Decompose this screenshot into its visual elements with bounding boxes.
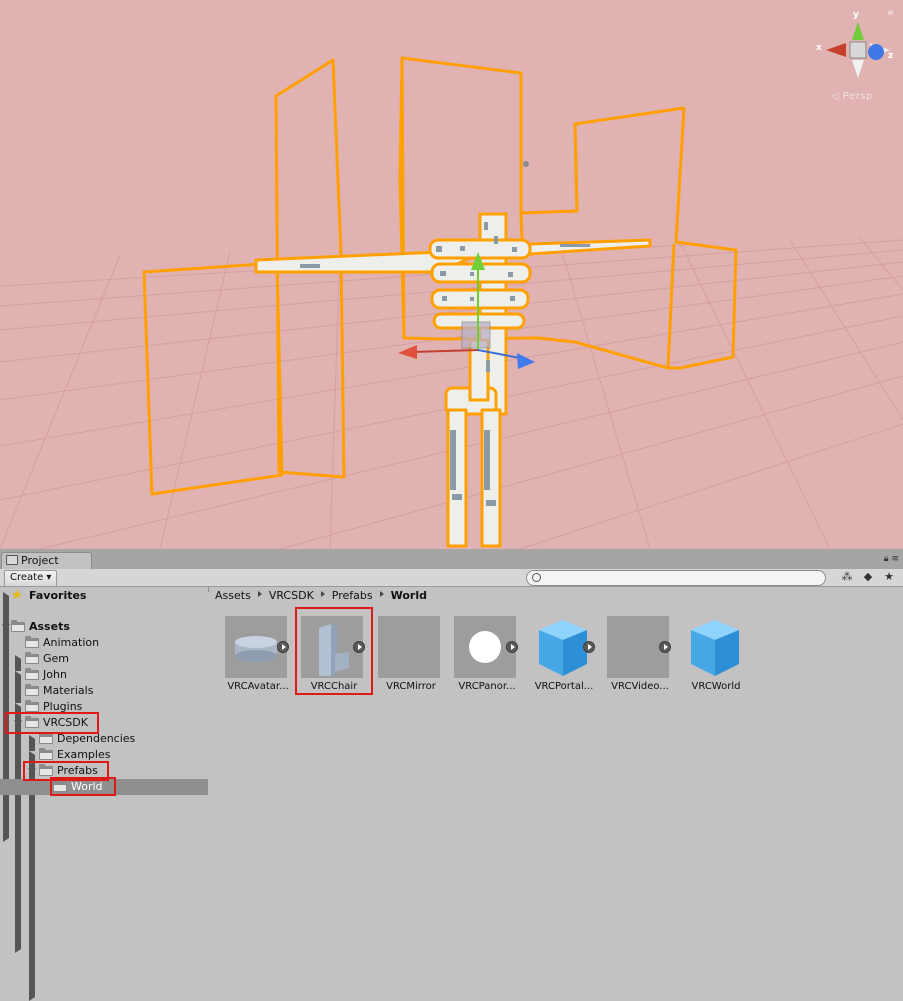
project-titlebar: Project 🔒︎ ≡ bbox=[0, 549, 903, 570]
vrcchair-highlight bbox=[295, 607, 373, 695]
asset-label: VRCPortal... bbox=[534, 681, 594, 692]
asset-label: VRCAvatar... bbox=[227, 681, 289, 692]
breadcrumb-separator-icon bbox=[257, 591, 262, 597]
asset-label: VRCVideo... bbox=[611, 681, 669, 692]
asset-vrcmirror[interactable]: VRCMirror bbox=[372, 616, 450, 706]
asset-vrcavatar[interactable]: VRCAvatar... bbox=[219, 616, 297, 706]
expand-prefab-icon[interactable] bbox=[506, 641, 518, 653]
breadcrumb-vrcsdk[interactable]: VRCSDK bbox=[269, 587, 314, 605]
folder-icon bbox=[25, 684, 39, 696]
asset-vrcpanorama[interactable]: VRCPanor... bbox=[448, 616, 526, 706]
light-probe-icon bbox=[523, 161, 529, 167]
gizmo-x-label: x bbox=[816, 43, 822, 53]
breadcrumb-separator-icon bbox=[379, 591, 384, 597]
filter-by-type-icon[interactable]: ⁂ bbox=[840, 571, 854, 584]
tree-label: Animation bbox=[43, 636, 100, 649]
asset-label: VRCMirror bbox=[386, 681, 436, 692]
folder-icon bbox=[25, 700, 39, 712]
expand-prefab-icon[interactable] bbox=[277, 641, 289, 653]
tree-item-favorites[interactable]: ★ Favorites bbox=[0, 588, 703, 842]
folder-icon bbox=[25, 668, 39, 680]
gizmo-y-label: y bbox=[853, 10, 859, 20]
orientation-gizmo[interactable] bbox=[826, 22, 890, 78]
tree-label: Assets bbox=[29, 620, 70, 633]
tree-item-john[interactable]: John bbox=[0, 667, 715, 921]
tree-label: Favorites bbox=[29, 589, 87, 602]
favorite-star-icon[interactable]: ★ bbox=[882, 571, 896, 584]
breadcrumb-prefabs[interactable]: Prefabs bbox=[332, 587, 373, 605]
tree-label: Gem bbox=[43, 652, 70, 665]
folder-icon bbox=[25, 652, 39, 664]
folder-icon bbox=[25, 636, 39, 648]
folder-icon bbox=[39, 732, 53, 744]
window-options[interactable]: 🔒︎ ≡ bbox=[884, 554, 899, 564]
gizmo-z-label: z bbox=[888, 51, 894, 61]
search-icon bbox=[532, 573, 541, 582]
tab-project[interactable]: Project bbox=[1, 552, 92, 569]
mirror-prefab-icon bbox=[378, 616, 440, 678]
menu-icon[interactable]: ≡ bbox=[887, 8, 895, 17]
expand-prefab-icon[interactable] bbox=[583, 641, 595, 653]
tree-item-gem[interactable]: Gem bbox=[0, 651, 715, 905]
tree-item-assets[interactable]: Assets bbox=[0, 619, 208, 635]
tree-label: John bbox=[43, 668, 67, 681]
expand-prefab-icon[interactable] bbox=[659, 641, 671, 653]
project-tab-icon bbox=[6, 555, 18, 565]
scene-canvas[interactable] bbox=[0, 0, 903, 549]
breadcrumb-world[interactable]: World bbox=[391, 587, 427, 605]
project-window: Project 🔒︎ ≡ Create ▾ ⁂ ◆ ★ ★ Favorites … bbox=[0, 549, 903, 1001]
breadcrumb-assets[interactable]: Assets bbox=[215, 587, 251, 605]
lock-icon[interactable]: 🔒︎ bbox=[884, 554, 889, 564]
folder-icon bbox=[11, 620, 25, 632]
folder-icon bbox=[39, 748, 53, 760]
panel-menu-icon[interactable]: ≡ bbox=[891, 554, 899, 564]
star-icon: ★ bbox=[11, 588, 23, 603]
folder-tree: ★ Favorites Assets Animation Gem John Ma… bbox=[0, 587, 729, 1001]
asset-label: VRCWorld bbox=[691, 681, 741, 692]
vrcsdk-highlight bbox=[5, 712, 99, 734]
create-button[interactable]: Create ▾ bbox=[4, 570, 58, 587]
world-highlight bbox=[50, 777, 116, 796]
persp-toggle[interactable]: ◁ Persp bbox=[831, 91, 873, 102]
tree-item-animation[interactable]: Animation bbox=[0, 635, 208, 651]
asset-vrcworld[interactable]: VRCWorld bbox=[677, 616, 755, 706]
filter-by-label-icon[interactable]: ◆ bbox=[861, 571, 875, 584]
asset-vrcvideo[interactable]: VRCVideo... bbox=[601, 616, 679, 706]
asset-browser: Assets VRCSDK Prefabs World VRCAvatar... bbox=[209, 587, 903, 829]
breadcrumb-separator-icon bbox=[320, 591, 325, 597]
blue-cube-prefab-icon bbox=[683, 616, 745, 678]
breadcrumb: Assets VRCSDK Prefabs World bbox=[215, 587, 427, 605]
search-input[interactable] bbox=[526, 570, 826, 586]
tree-item-materials[interactable]: Materials bbox=[0, 683, 208, 699]
asset-vrcportal[interactable]: VRCPortal... bbox=[525, 616, 603, 706]
scene-view[interactable]: y x z ≡ ◁ Persp bbox=[0, 0, 903, 549]
tab-project-label: Project bbox=[21, 554, 59, 567]
collapse-arrow-icon[interactable] bbox=[2, 624, 10, 630]
tree-label: Materials bbox=[43, 684, 94, 697]
asset-label: VRCPanor... bbox=[458, 681, 516, 692]
project-toolbar: Create ▾ ⁂ ◆ ★ bbox=[0, 569, 903, 587]
